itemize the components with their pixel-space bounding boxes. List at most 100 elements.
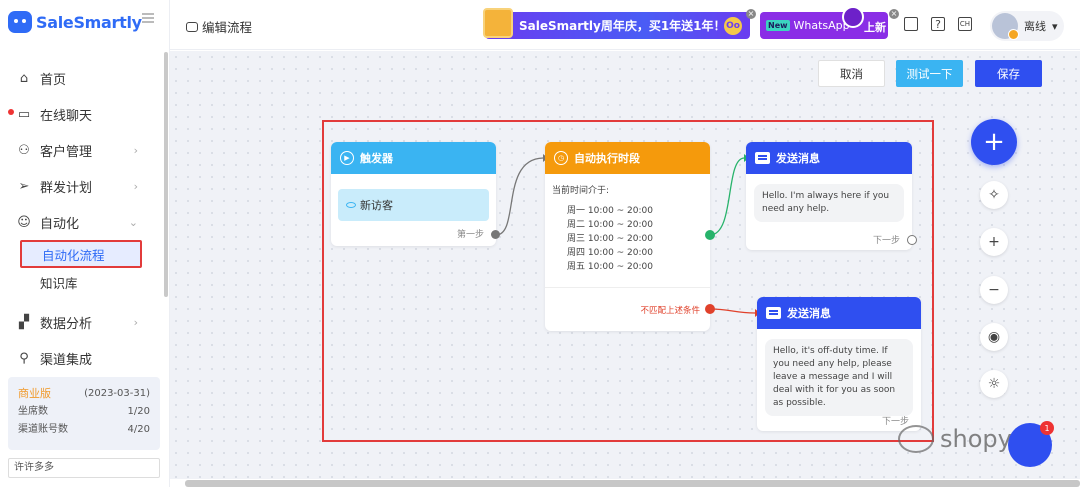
sidebar-item-label: 渠道集成: [40, 352, 93, 368]
trigger-node-title: 触发器: [360, 152, 393, 165]
whatsapp-banner[interactable]: New WhatsApp 上新: [760, 6, 888, 39]
schedule-list: 周一 10:00 ~ 20:00 周二 10:00 ~ 20:00 周三 10:…: [545, 196, 710, 274]
schedule-row: 周二 10:00 ~ 20:00: [567, 220, 653, 230]
sidebar-item-customers[interactable]: ⚇ 客户管理 ›: [0, 132, 166, 168]
schedule-node[interactable]: ◷ 自动执行时段 当前时间介于: 周一 10:00 ~ 20:00 周二 10:…: [545, 142, 710, 331]
chevron-right-icon: ›: [133, 315, 138, 329]
eye-icon: [346, 202, 356, 208]
match-output-port[interactable]: [705, 230, 715, 240]
no-match-label: 不匹配上述条件: [640, 306, 700, 316]
sidebar-item-home[interactable]: ⌂ 首页: [0, 60, 166, 96]
sidebar-item-label: 首页: [40, 72, 67, 88]
user-menu[interactable]: 离线 ▾: [990, 11, 1064, 41]
flow-canvas[interactable]: 取消 测试一下 保存 ▶ 触发器 新访客 第一步 ◷ 自动执行时段 当前时间介于…: [170, 51, 1080, 479]
sidebar-menu: ⌂ 首页 ▭ 在线聊天 ⚇ 客户管理 › ➢ 群发计划 › ☺ 自动化 ⌄ 自动…: [0, 60, 166, 376]
menu-toggle-icon[interactable]: [142, 13, 154, 23]
new-release-text: 上新: [864, 21, 886, 34]
network-icon: ⚲: [19, 350, 29, 366]
chevron-down-icon: ⌄: [128, 215, 138, 229]
message-icon: [755, 152, 770, 164]
schedule-row: 周三 10:00 ~ 20:00: [567, 234, 653, 244]
seats-label: 坐席数: [18, 406, 48, 417]
chevron-right-icon: ›: [133, 143, 138, 157]
sidebar-item-analytics[interactable]: ▞ 数据分析 ›: [0, 304, 166, 340]
chat-icon: ▭: [17, 106, 31, 122]
logo-text: SaleSmartly: [36, 12, 142, 32]
sidebar-item-label: 群发计划: [40, 180, 93, 196]
robot-icon: [186, 21, 198, 32]
add-node-button[interactable]: +: [971, 119, 1017, 165]
play-icon: ▶: [340, 151, 354, 165]
plan-info: 商业版 (2023-03-31) 坐席数 1/20 渠道账号数 4/20: [8, 377, 160, 450]
schedule-node-title: 自动执行时段: [574, 152, 640, 165]
app-logo[interactable]: SaleSmartly: [8, 8, 142, 36]
top-header: 编辑流程 SaleSmartly周年庆，买1年送1年！ Oo × New Wha…: [170, 0, 1080, 50]
robot-icon: ☺: [17, 214, 31, 230]
zoom-out-icon[interactable]: −: [980, 276, 1008, 304]
locate-icon[interactable]: ◉: [980, 323, 1008, 351]
user-status: 离线: [1024, 20, 1046, 33]
message-node-title: 发送消息: [787, 307, 831, 320]
home-icon: ⌂: [19, 70, 29, 86]
whatsapp-close-icon[interactable]: ×: [889, 9, 899, 19]
promo-close-icon[interactable]: ×: [746, 9, 756, 19]
caret-down-icon: ▾: [1052, 19, 1058, 33]
canvas-scrollbar[interactable]: [185, 480, 1080, 487]
help-icon[interactable]: ?: [931, 17, 945, 31]
save-button[interactable]: 保存: [975, 60, 1042, 87]
channels-label: 渠道账号数: [18, 424, 68, 435]
promo-banner[interactable]: SaleSmartly周年庆，买1年送1年！ Oo: [483, 8, 750, 39]
sidebar-item-label: 自动化: [40, 216, 80, 232]
sidebar-item-automation[interactable]: ☺ 自动化 ⌄: [0, 204, 166, 240]
page-title: 编辑流程: [186, 17, 252, 36]
send-message-node[interactable]: 发送消息 Hello, it's off-duty time. If you n…: [757, 297, 921, 431]
message-bubble: Hello. I'm always here if you need any h…: [754, 184, 904, 222]
new-badge: New: [766, 20, 790, 31]
clock-icon: ◷: [554, 151, 568, 165]
sidebar-item-channels[interactable]: ⚲ 渠道集成: [0, 340, 166, 376]
sidebar-item-label: 在线聊天: [40, 108, 93, 124]
whatsapp-text: WhatsApp: [793, 19, 850, 32]
translate-icon[interactable]: [904, 17, 918, 31]
send-icon: ➢: [18, 178, 30, 194]
sidebar-item-live-chat[interactable]: ▭ 在线聊天: [0, 96, 166, 132]
message-output-port[interactable]: [907, 235, 917, 245]
zoom-in-icon[interactable]: +: [980, 228, 1008, 256]
cancel-button[interactable]: 取消: [818, 60, 885, 87]
sidebar-item-label: 客户管理: [40, 144, 93, 160]
sidebar-subitem-flow[interactable]: 自动化流程: [20, 240, 142, 268]
language-icon[interactable]: CH: [958, 17, 972, 31]
trigger-output-port[interactable]: [491, 230, 500, 239]
sidebar-item-broadcast[interactable]: ➢ 群发计划 ›: [0, 168, 166, 204]
plan-expiry: (2023-03-31): [84, 388, 150, 399]
message-node-title: 发送消息: [776, 152, 820, 165]
chat-widget-button[interactable]: 1: [1008, 421, 1054, 467]
page-title-text: 编辑流程: [202, 20, 253, 35]
unread-dot: [8, 109, 14, 115]
nomatch-output-port[interactable]: [705, 304, 715, 314]
new-visitor-label: 新访客: [360, 199, 393, 212]
avatar: [992, 13, 1019, 40]
channels-value: 4/20: [127, 424, 150, 435]
divider: [545, 287, 710, 288]
chart-icon: ▞: [19, 314, 29, 330]
sidebar: SaleSmartly ⌂ 首页 ▭ 在线聊天 ⚇ 客户管理 › ➢ 群发计划 …: [0, 0, 170, 487]
sidebar-scrollbar[interactable]: [164, 52, 168, 297]
message-icon: [766, 307, 781, 319]
plan-name: 商业版: [18, 387, 51, 400]
schedule-row: 周一 10:00 ~ 20:00: [567, 206, 653, 216]
magic-wand-icon[interactable]: ✧: [980, 181, 1008, 209]
schedule-row: 周四 10:00 ~ 20:00: [567, 248, 653, 258]
message-node-header: 发送消息: [757, 297, 921, 329]
users-icon: ⚇: [18, 142, 30, 158]
trigger-node[interactable]: ▶ 触发器 新访客 第一步: [331, 142, 496, 246]
test-button[interactable]: 测试一下: [896, 60, 963, 87]
send-message-node[interactable]: 发送消息 Hello. I'm always here if you need …: [746, 142, 912, 250]
schedule-row: 周五 10:00 ~ 20:00: [567, 262, 653, 272]
sidebar-search-input[interactable]: 许许多多: [8, 458, 160, 478]
whatsapp-icon: [842, 6, 864, 28]
new-visitor-tag[interactable]: 新访客: [338, 189, 489, 221]
bulb-icon[interactable]: ☼: [980, 370, 1008, 398]
message-node-header: 发送消息: [746, 142, 912, 174]
sidebar-subitem-knowledge-base[interactable]: 知识库: [0, 268, 166, 296]
